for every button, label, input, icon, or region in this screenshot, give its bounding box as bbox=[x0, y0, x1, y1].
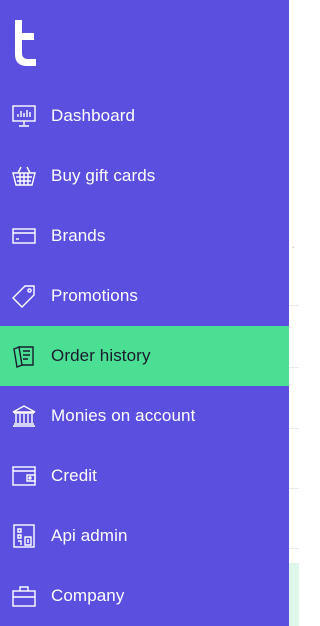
sidebar-item-credit[interactable]: Credit bbox=[0, 446, 289, 506]
sidebar-item-monies-on-account[interactable]: Monies on account bbox=[0, 386, 289, 446]
sidebar-item-label: Order history bbox=[51, 346, 151, 365]
basket-icon bbox=[11, 163, 37, 189]
api-building-icon bbox=[11, 523, 37, 549]
sidebar-item-order-history[interactable]: Order history bbox=[0, 326, 289, 386]
sidebar-item-label: Buy gift cards bbox=[51, 166, 156, 185]
sidebar-item-company[interactable]: Company bbox=[0, 566, 289, 626]
card-icon bbox=[11, 223, 37, 249]
content-divider bbox=[289, 548, 299, 549]
brand-logo[interactable] bbox=[12, 20, 38, 66]
sidebar-nav: Dashboard Buy gift cards Brands Promotio… bbox=[0, 86, 289, 626]
content-divider bbox=[289, 428, 299, 429]
sidebar-item-brands[interactable]: Brands bbox=[0, 206, 289, 266]
sidebar-item-label: Api admin bbox=[51, 526, 128, 545]
sidebar-item-label: Company bbox=[51, 586, 125, 605]
content-divider bbox=[289, 367, 299, 368]
t-logo-icon bbox=[15, 20, 36, 66]
sidebar-item-label: Credit bbox=[51, 466, 97, 485]
receipt-stack-icon bbox=[11, 343, 37, 369]
sidebar-item-label: Dashboard bbox=[51, 106, 136, 125]
sidebar: Dashboard Buy gift cards Brands Promotio… bbox=[0, 0, 289, 626]
sidebar-item-buy-gift-cards[interactable]: Buy gift cards bbox=[0, 146, 289, 206]
content-highlight bbox=[289, 563, 299, 626]
sidebar-item-label: Promotions bbox=[51, 286, 138, 305]
content-divider bbox=[289, 305, 299, 306]
monitor-chart-icon bbox=[11, 103, 37, 129]
app-page: · Dashboard Buy gift cards Brands Promot… bbox=[0, 0, 299, 626]
sidebar-item-label: Monies on account bbox=[51, 406, 196, 425]
content-glyph: · bbox=[291, 238, 296, 254]
briefcase-icon bbox=[11, 583, 37, 609]
sidebar-item-api-admin[interactable]: Api admin bbox=[0, 506, 289, 566]
wallet-icon bbox=[11, 463, 37, 489]
sidebar-item-promotions[interactable]: Promotions bbox=[0, 266, 289, 326]
sidebar-item-label: Brands bbox=[51, 226, 106, 245]
tag-icon bbox=[11, 283, 37, 309]
content-divider bbox=[289, 488, 299, 489]
main-content-edge: · bbox=[289, 0, 299, 626]
sidebar-item-dashboard[interactable]: Dashboard bbox=[0, 86, 289, 146]
bank-icon bbox=[11, 403, 37, 429]
